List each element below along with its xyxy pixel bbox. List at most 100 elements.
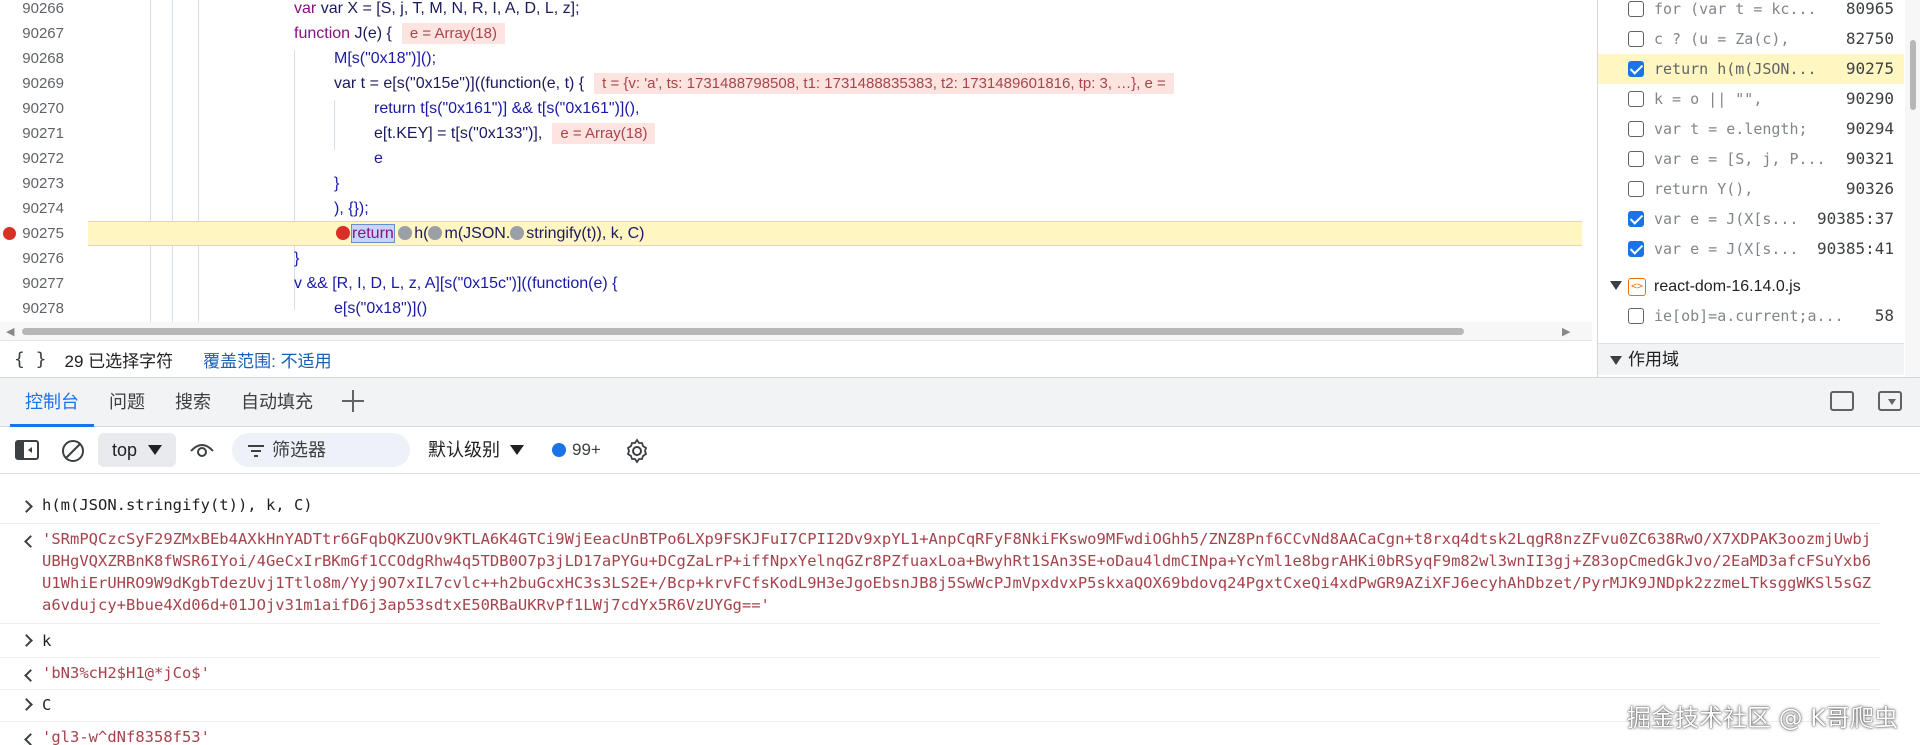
console-result-string[interactable]: 'SRmPQCzcSyF29ZMxBEb4AXkHnYADTtr6GFqbQKZ… [42,528,1880,616]
line-number[interactable]: 90267 [0,21,64,46]
breakpoint-file-group[interactable]: <> react-dom-16.14.0.js [1598,272,1904,302]
code-line[interactable]: 90277 v && [R, I, D, L, z, A][s("0x15c")… [0,271,1582,296]
breakpoint-line: 90290 [1845,89,1894,108]
inline-value: e = Array(18) [401,23,505,44]
line-number[interactable]: 90275 [0,221,64,246]
console-filter[interactable] [232,433,410,467]
tab-issues[interactable]: 问题 [100,378,154,427]
clear-console-icon[interactable] [60,438,86,464]
code-text: e[s("0x18")]() [334,300,428,317]
console-result-row[interactable]: 'SRmPQCzcSyF29ZMxBEb4AXkHnYADTtr6GFqbQKZ… [0,524,1880,624]
source-editor[interactable]: 90266 var var X = [S, j, T, M, N, R, I, … [0,0,1592,322]
log-levels-dropdown[interactable]: 默认级别 [428,433,538,467]
code-line[interactable]: 90266 var var X = [S, j, T, M, N, R, I, … [0,0,1582,21]
scrollbar-thumb[interactable] [1910,40,1916,110]
breakpoint-checkbox[interactable] [1628,31,1644,47]
line-number[interactable]: 90266 [0,0,64,21]
code-line[interactable]: 90270 return t[s("0x161")] && t[s("0x161… [0,96,1582,121]
breakpoint-item[interactable]: k = o || "", 90290 [1598,84,1904,114]
breakpoint-item[interactable]: ie[ob]=a.current;a... 58 [1598,301,1904,331]
code-line[interactable]: 90271 e[t.KEY] = t[s("0x133")], e = Array… [0,121,1582,146]
dock-bottom-icon[interactable] [1878,391,1902,411]
breakpoint-item[interactable]: return Y(), 90326 [1598,174,1904,204]
breakpoint-checkbox[interactable] [1628,308,1644,324]
breakpoint-checkbox[interactable] [1628,91,1644,107]
undock-drawer-icon[interactable] [1830,391,1854,411]
breakpoint-checkbox[interactable] [1628,151,1644,167]
expand-triangle-icon[interactable] [1610,356,1622,365]
breakpoint-code: k = o || "", [1654,90,1763,108]
context-selector[interactable]: top [98,433,176,467]
scope-label: 作用域 [1628,350,1679,369]
console-input-row[interactable]: C [0,690,1880,722]
filter-input[interactable] [272,433,402,467]
scrollbar-thumb[interactable] [22,328,1464,335]
line-number[interactable]: 90274 [0,196,64,221]
expand-triangle-icon[interactable] [1610,281,1622,290]
breakpoints-pane: for (var t = kc... 80965 c ? (u = Za(c),… [1597,0,1920,377]
console-result-row[interactable]: 'gl3-w^dNf8358f53' [0,722,1880,745]
breakpoint-item[interactable]: var e = J(X[s... 90385:37 [1598,204,1904,234]
breakpoint-line: 90275 [1845,59,1894,78]
console-input-row[interactable]: h(m(JSON.stringify(t)), k, C) [0,494,1880,524]
line-number[interactable]: 90278 [0,296,64,321]
breakpoint-checkbox[interactable] [1628,241,1644,257]
console-settings-gear-icon[interactable] [624,438,650,464]
code-line[interactable]: 90273 } [0,171,1582,196]
breakpoint-checkbox[interactable] [1628,1,1644,17]
code-text: var t = e[s("0x15e")]((function(e, t) {t… [334,71,1582,96]
scroll-right-icon[interactable]: ▶ [1562,325,1570,338]
tab-autofill[interactable]: 自动填充 [232,378,322,427]
breakpoint-item[interactable]: for (var t = kc... 80965 [1598,0,1904,24]
tab-search[interactable]: 搜索 [166,378,220,427]
console-result-string[interactable]: 'bN3%cH2$H1@*jCo$' [42,662,1880,684]
console-result-row[interactable]: 'bN3%cH2$H1@*jCo$' [0,658,1880,690]
line-number[interactable]: 90268 [0,46,64,71]
code-line[interactable]: 90274 ), {}); [0,196,1582,221]
breakpoint-item[interactable]: var t = e.length; 90294 [1598,114,1904,144]
inline-breakpoint-icon[interactable] [336,226,350,240]
line-number[interactable]: 90269 [0,71,64,96]
pretty-print-button[interactable]: { } [14,349,47,370]
breakpoint-checkbox[interactable] [1628,211,1644,227]
code-text: v && [R, I, D, L, z, A][s("0x15c")]((fun… [294,275,618,292]
breakpoint-item-active[interactable]: return h(m(JSON... 90275 [1598,54,1904,84]
line-number[interactable]: 90271 [0,121,64,146]
breakpoint-item[interactable]: var e = [S, j, P... 90321 [1598,144,1904,174]
console-result-string[interactable]: 'gl3-w^dNf8358f53' [42,726,1880,745]
editor-status-bar: { } 29 已选择字符 覆盖范围: 不适用 [0,340,1592,377]
line-number[interactable]: 90272 [0,146,64,171]
inline-breakpoint-icon[interactable] [398,226,413,240]
line-number[interactable]: 90277 [0,271,64,296]
code-line[interactable]: 90276 } [0,246,1582,271]
code-line[interactable]: 90267 function J(e) {e = Array(18) [0,21,1582,46]
breakpoint-line: 90321 [1845,149,1894,168]
code-line[interactable]: 90269 var t = e[s("0x15e")]((function(e,… [0,71,1582,96]
line-number[interactable]: 90270 [0,96,64,121]
paused-code-line[interactable]: 90275 return h(m(JSON. stringify(t)), k, … [0,221,1582,246]
add-tab-icon[interactable] [340,388,366,414]
inline-breakpoint-icon[interactable] [510,226,525,240]
code-line[interactable]: 90272 e [0,146,1582,171]
result-arrow-icon [24,733,37,745]
horizontal-scrollbar[interactable]: ◀ ▶ [0,322,1592,340]
vertical-scrollbar[interactable] [1905,0,1920,377]
breakpoint-checkbox[interactable] [1628,121,1644,137]
breakpoint-item[interactable]: var e = J(X[s... 90385:41 [1598,234,1904,264]
breakpoint-item[interactable]: c ? (u = Za(c), 82750 [1598,24,1904,54]
tab-console[interactable]: 控制台 [10,378,94,427]
line-number[interactable]: 90273 [0,171,64,196]
coverage-link[interactable]: 覆盖范围: 不适用 [203,347,331,372]
breakpoint-checkbox[interactable] [1628,61,1644,77]
code-line[interactable]: 90268 M[s("0x18")](); [0,46,1582,71]
scroll-left-icon[interactable]: ◀ [6,325,14,338]
inline-breakpoint-icon[interactable] [428,226,443,240]
code-line[interactable]: 90278 e[s("0x18")]() [0,296,1582,321]
console-input-row[interactable]: k [0,626,1880,658]
live-expression-eye-icon[interactable] [188,438,216,462]
line-number[interactable]: 90276 [0,246,64,271]
scope-section-header[interactable]: 作用域 [1598,343,1904,375]
breakpoint-checkbox[interactable] [1628,181,1644,197]
code-text: } [294,250,300,267]
sidebar-toggle-icon[interactable] [14,438,40,462]
